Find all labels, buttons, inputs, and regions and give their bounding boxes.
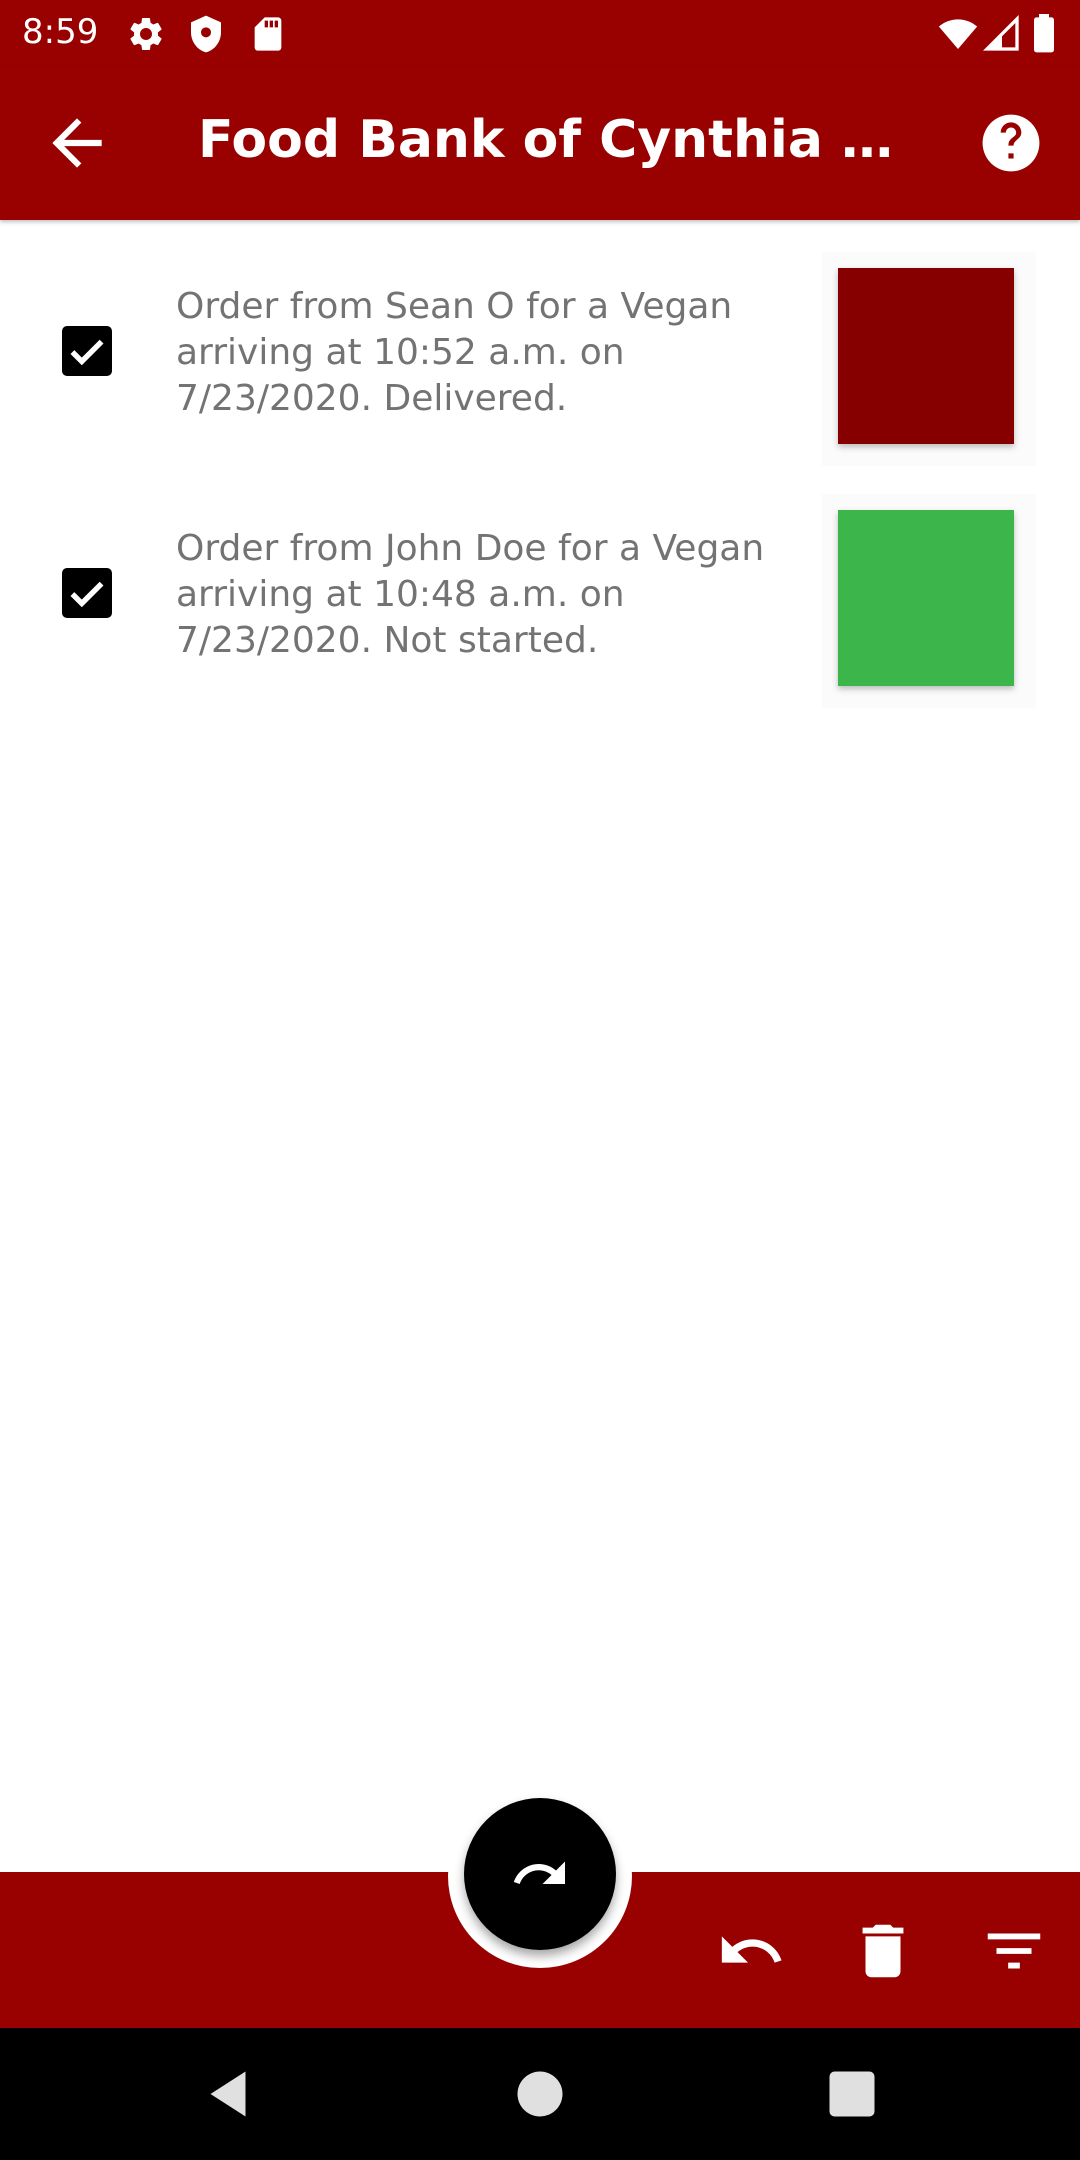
app-bar: Food Bank of Cynthia H. H...	[0, 66, 1080, 220]
battery-icon	[1034, 14, 1054, 53]
home-circle-icon[interactable]	[510, 2064, 570, 2124]
list-item[interactable]: Order from John Doe for a Vegan arriving…	[0, 462, 1080, 708]
status-bar: 8:59	[0, 0, 1080, 66]
system-nav-bar	[0, 2028, 1080, 2160]
undo-icon[interactable]	[716, 1916, 786, 1986]
redo-fab-button[interactable]	[464, 1798, 616, 1950]
wifi-icon	[938, 19, 978, 49]
help-icon[interactable]	[980, 112, 1042, 174]
page-title: Food Bank of Cynthia H. H...	[198, 110, 918, 170]
filter-icon[interactable]	[979, 1916, 1049, 1986]
back-triangle-icon[interactable]	[198, 2064, 258, 2124]
order-description: Order from John Doe for a Vegan arriving…	[176, 528, 765, 661]
shield-icon	[191, 15, 221, 53]
status-swatch-container	[822, 252, 1036, 466]
redo-icon	[513, 1861, 565, 1884]
delete-icon[interactable]	[848, 1916, 918, 1986]
signal-icon	[982, 14, 1019, 51]
status-color-swatch[interactable]	[838, 510, 1014, 686]
status-time: 8:59	[22, 12, 99, 52]
sd-card-icon	[254, 17, 282, 51]
status-swatch-container	[822, 494, 1036, 708]
checkbox-checked-icon[interactable]	[62, 568, 112, 618]
status-color-swatch[interactable]	[838, 268, 1014, 444]
recents-square-icon[interactable]	[822, 2064, 882, 2124]
screen: 8:59 Food Bank of Cynthia H. H...	[0, 0, 1080, 2160]
list-item[interactable]: Order from Sean O for a Vegan arriving a…	[0, 220, 1080, 466]
settings-icon	[130, 17, 162, 50]
order-description: Order from Sean O for a Vegan arriving a…	[176, 286, 733, 419]
arrow-back-icon[interactable]	[40, 106, 114, 180]
checkbox-checked-icon[interactable]	[62, 326, 112, 376]
